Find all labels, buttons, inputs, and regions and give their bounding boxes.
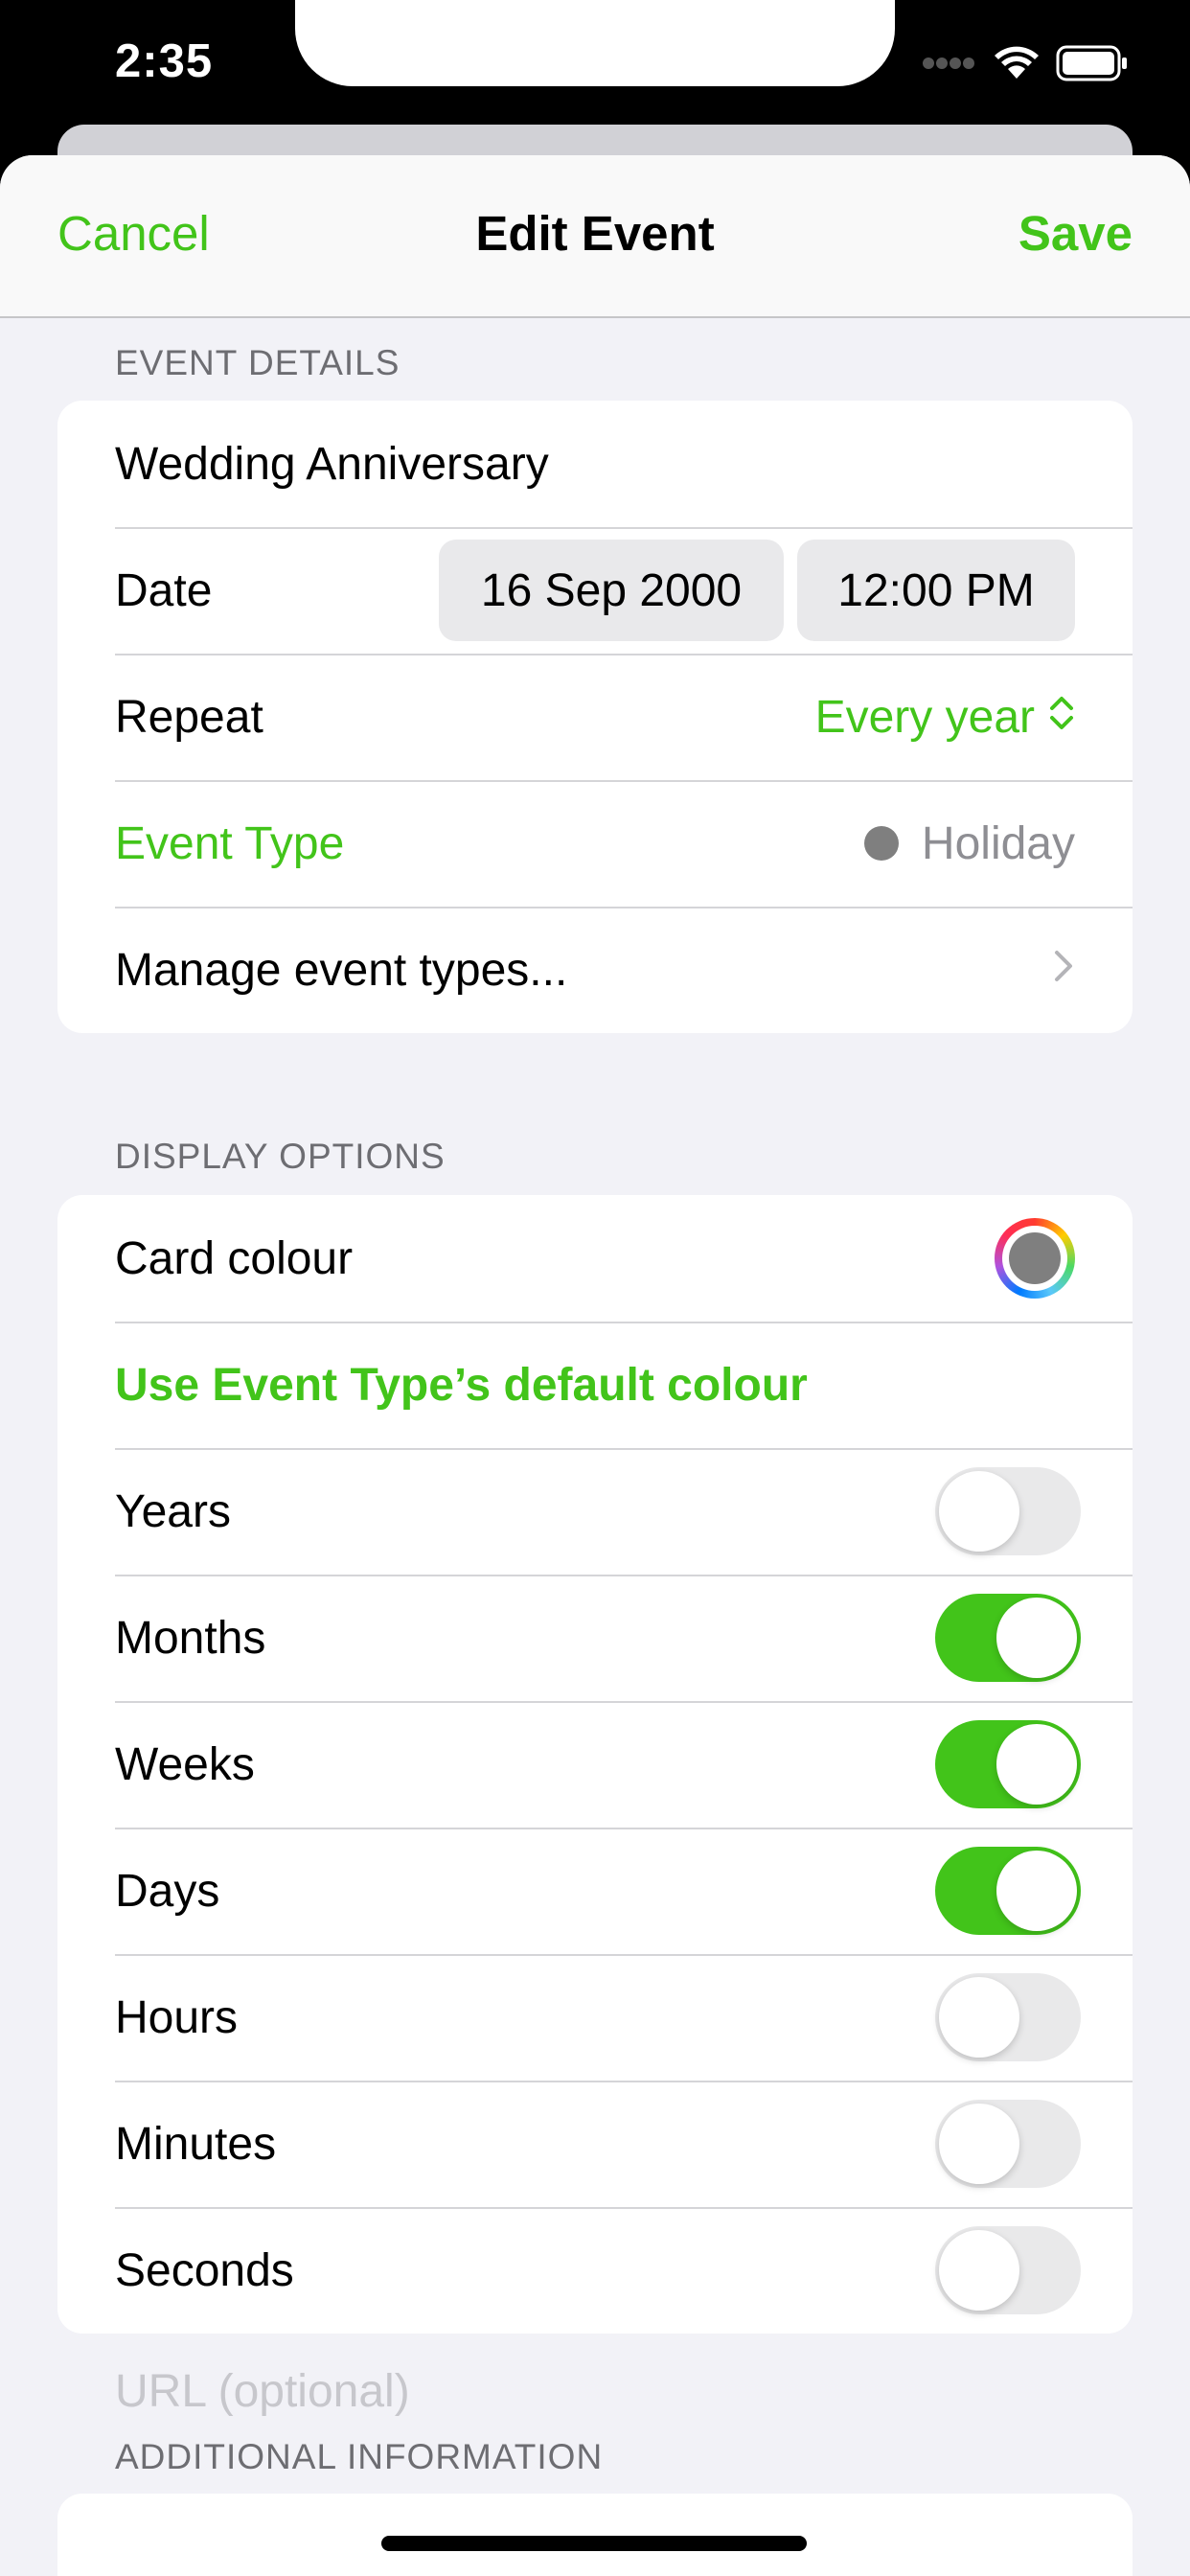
toggle-row-days: Days	[57, 1828, 1133, 1954]
additional-info-header: ADDITIONAL INFORMATION	[115, 2437, 604, 2476]
cellular-signal-icon	[922, 57, 977, 75]
card-colour-row: Card colour	[57, 1195, 1133, 1322]
event-type-row[interactable]: Event Type Holiday	[57, 780, 1133, 907]
event-type-name: Holiday	[921, 817, 1075, 869]
date-picker[interactable]: 16 Sep 2000	[439, 540, 784, 641]
chevron-up-down-icon	[1048, 691, 1075, 744]
repeat-select[interactable]: Every year	[815, 691, 1075, 744]
seconds-toggle[interactable]	[935, 2226, 1081, 2314]
hours-toggle[interactable]	[935, 1973, 1081, 2061]
default-colour-label: Use Event Type’s default colour	[115, 1359, 808, 1411]
repeat-value: Every year	[814, 691, 1035, 743]
toggle-row-seconds: Seconds	[57, 2207, 1133, 2334]
repeat-label: Repeat	[115, 691, 263, 743]
toggle-row-months: Months	[57, 1575, 1133, 1701]
weeks-label: Weeks	[115, 1738, 255, 1790]
weeks-toggle[interactable]	[935, 1720, 1081, 1808]
display-options-group: Card colour Use Event Type’s default col…	[57, 1195, 1133, 2334]
page-title: Edit Event	[475, 206, 715, 261]
manage-event-types-label: Manage event types...	[115, 944, 568, 996]
months-toggle[interactable]	[935, 1594, 1081, 1682]
manage-event-types-row[interactable]: Manage event types...	[57, 907, 1133, 1033]
years-label: Years	[115, 1485, 231, 1537]
event-details-group: Wedding Anniversary Date 16 Sep 2000 12:…	[57, 401, 1133, 1033]
years-toggle[interactable]	[935, 1467, 1081, 1555]
edit-event-sheet: Cancel Edit Event Save EVENT DETAILS Wed…	[0, 155, 1190, 2576]
event-name-value: Wedding Anniversary	[115, 438, 549, 490]
additional-info-group	[57, 2494, 1133, 2576]
event-name-field[interactable]: Wedding Anniversary	[57, 401, 1133, 527]
months-label: Months	[115, 1612, 266, 1664]
toggle-row-weeks: Weeks	[57, 1701, 1133, 1828]
wifi-icon	[995, 46, 1039, 85]
color-picker-well[interactable]	[995, 1218, 1075, 1299]
save-button[interactable]: Save	[1018, 205, 1133, 262]
event-details-header: EVENT DETAILS	[115, 343, 400, 382]
status-icons	[922, 44, 1129, 86]
chevron-right-icon	[1052, 944, 1075, 997]
event-type-color-dot	[863, 826, 899, 861]
battery-icon	[1056, 45, 1129, 86]
hours-label: Hours	[115, 1991, 239, 2043]
days-toggle[interactable]	[935, 1847, 1081, 1935]
card-colour-label: Card colour	[115, 1232, 354, 1284]
minutes-label: Minutes	[115, 2118, 277, 2170]
date-label: Date	[115, 564, 213, 616]
status-time: 2:35	[115, 35, 214, 87]
days-label: Days	[115, 1865, 220, 1917]
display-options-header: DISPLAY OPTIONS	[115, 1137, 446, 1176]
default-colour-button[interactable]: Use Event Type’s default colour	[57, 1322, 1133, 1448]
seconds-label: Seconds	[115, 2244, 294, 2296]
toggle-row-minutes: Minutes	[57, 2081, 1133, 2207]
event-type-label: Event Type	[115, 817, 345, 869]
event-type-value: Holiday	[863, 817, 1075, 870]
url-input[interactable]: URL (optional)	[115, 2365, 410, 2418]
date-row: Date 16 Sep 2000 12:00 PM	[57, 527, 1133, 654]
device-notch	[295, 0, 895, 86]
repeat-row[interactable]: Repeat Every year	[57, 654, 1133, 780]
selected-color-swatch	[1009, 1232, 1061, 1284]
home-indicator	[381, 2536, 807, 2551]
minutes-toggle[interactable]	[935, 2100, 1081, 2188]
time-picker[interactable]: 12:00 PM	[797, 540, 1075, 641]
toggle-row-years: Years	[57, 1448, 1133, 1575]
navigation-bar: Cancel Edit Event Save	[0, 155, 1190, 318]
toggle-row-hours: Hours	[57, 1954, 1133, 2081]
